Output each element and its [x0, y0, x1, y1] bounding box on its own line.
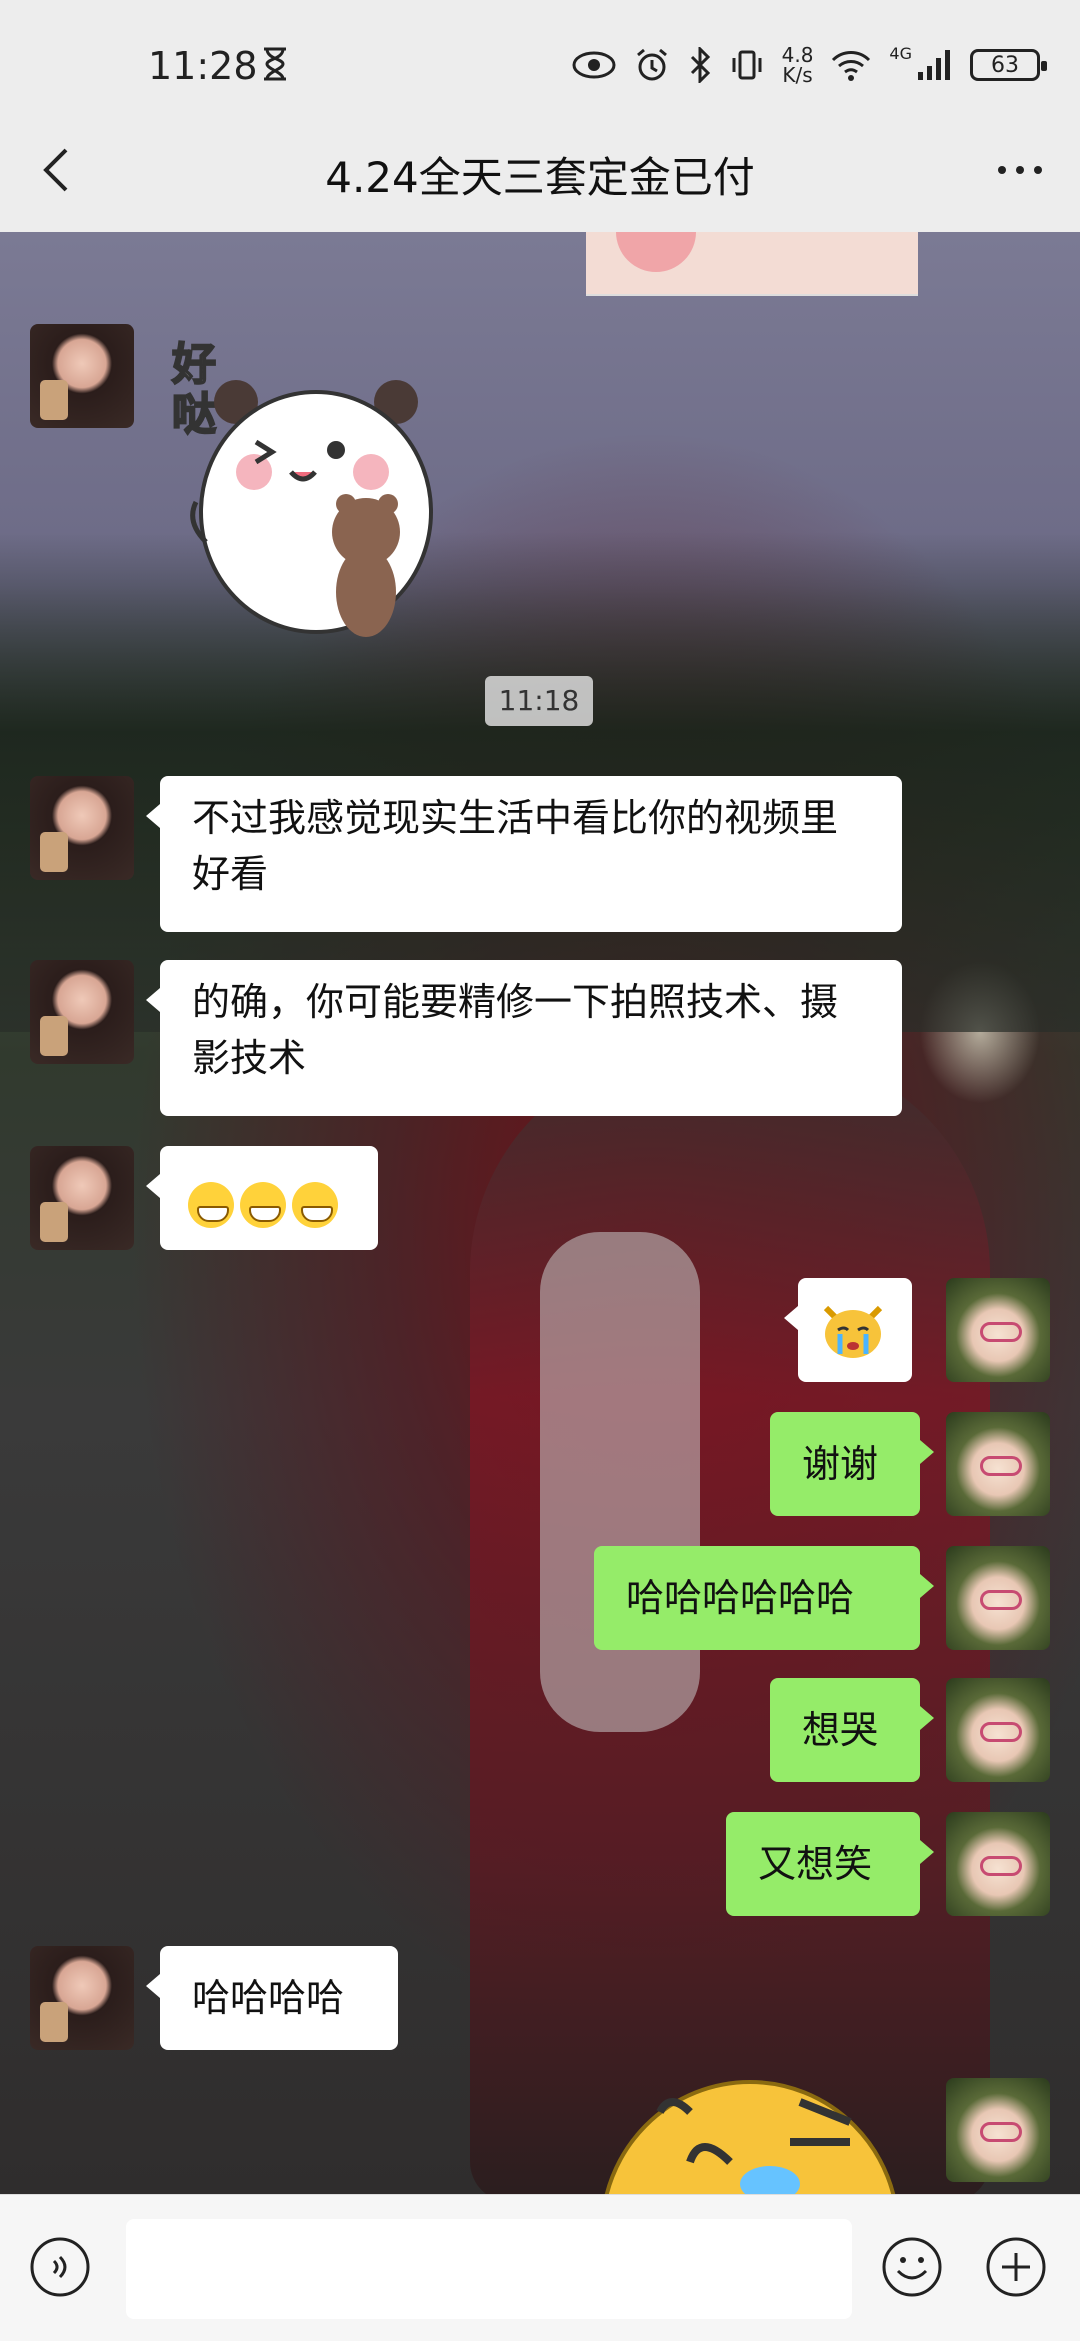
status-icons: 4.8 K/s 4G 63	[572, 44, 1047, 86]
outgoing-message[interactable]: 想哭	[770, 1678, 934, 1782]
outgoing-message[interactable]: 又想笑	[726, 1812, 934, 1916]
battery-level: 63	[991, 52, 1019, 78]
message-text: 不过我感觉现实生活中看比你的视频里好看	[192, 796, 839, 896]
chat-header: 4.24全天三套定金已付	[0, 110, 1080, 232]
contact-avatar[interactable]	[30, 776, 134, 880]
outgoing-message[interactable]: 谢谢	[770, 1412, 934, 1516]
outgoing-emoji-message[interactable]	[784, 1278, 912, 1382]
message-timestamp: 11:18	[485, 676, 593, 726]
contact-avatar[interactable]	[30, 960, 134, 1064]
incoming-message[interactable]	[146, 1146, 378, 1250]
crying-face-sticker[interactable]	[600, 2072, 900, 2194]
incoming-message[interactable]: 哈哈哈哈	[146, 1946, 398, 2050]
crying-cat-icon	[823, 1305, 883, 1358]
wifi-icon	[832, 51, 871, 81]
alarm-icon	[636, 48, 667, 81]
hourglass-icon	[264, 47, 286, 81]
contact-avatar[interactable]	[30, 1146, 134, 1250]
chat-messages[interactable]: 好哒 11:18 不过我感觉现实生活中看比你的视频里好看 的确，你可能要精修一下…	[0, 232, 1080, 2194]
my-avatar[interactable]	[946, 1678, 1050, 1782]
incoming-message[interactable]: 不过我感觉现实生活中看比你的视频里好看	[146, 776, 902, 932]
background-shirt	[540, 1232, 700, 1732]
signal-icon	[918, 50, 950, 80]
image-message-partial[interactable]	[586, 232, 918, 296]
outgoing-message[interactable]: 哈哈哈哈哈哈	[594, 1546, 934, 1650]
eye-icon	[572, 51, 616, 79]
my-avatar[interactable]	[946, 2078, 1050, 2182]
contact-avatar[interactable]	[30, 324, 134, 428]
network-type: 4G	[889, 44, 912, 63]
emoji-icon[interactable]	[880, 2235, 944, 2299]
network-speed-unit: K/s	[782, 63, 813, 87]
network-speed-value: 4.8	[781, 43, 814, 67]
my-avatar[interactable]	[946, 1412, 1050, 1516]
my-avatar[interactable]	[946, 1546, 1050, 1650]
panda-sticker[interactable]	[166, 362, 466, 662]
plus-icon[interactable]	[984, 2235, 1048, 2299]
message-text: 谢谢	[802, 1442, 879, 1486]
battery-icon: 63	[970, 49, 1047, 81]
status-time: 11:28	[148, 44, 258, 88]
my-avatar[interactable]	[946, 1278, 1050, 1382]
input-bar	[0, 2194, 1080, 2341]
message-text: 哈哈哈哈哈哈	[626, 1576, 855, 1620]
message-text: 哈哈哈哈	[192, 1976, 345, 2020]
contact-avatar[interactable]	[30, 1946, 134, 2050]
grinning-face-icon	[240, 1181, 286, 1228]
network-speed: 4.8 K/s	[782, 45, 814, 85]
grinning-face-icon	[188, 1181, 234, 1228]
incoming-message[interactable]: 的确，你可能要精修一下拍照技术、摄影技术	[146, 960, 902, 1116]
chat-title: 4.24全天三套定金已付	[325, 153, 755, 202]
vibrate-icon	[732, 50, 762, 80]
message-input[interactable]	[126, 2219, 852, 2319]
my-avatar[interactable]	[946, 1812, 1050, 1916]
grinning-face-icon	[292, 1181, 338, 1228]
message-text: 想哭	[802, 1708, 879, 1752]
more-options-icon[interactable]	[990, 140, 1050, 200]
bluetooth-icon	[690, 47, 710, 83]
voice-icon[interactable]	[28, 2235, 92, 2299]
message-text: 的确，你可能要精修一下拍照技术、摄影技术	[192, 980, 839, 1080]
message-text: 又想笑	[758, 1842, 873, 1886]
